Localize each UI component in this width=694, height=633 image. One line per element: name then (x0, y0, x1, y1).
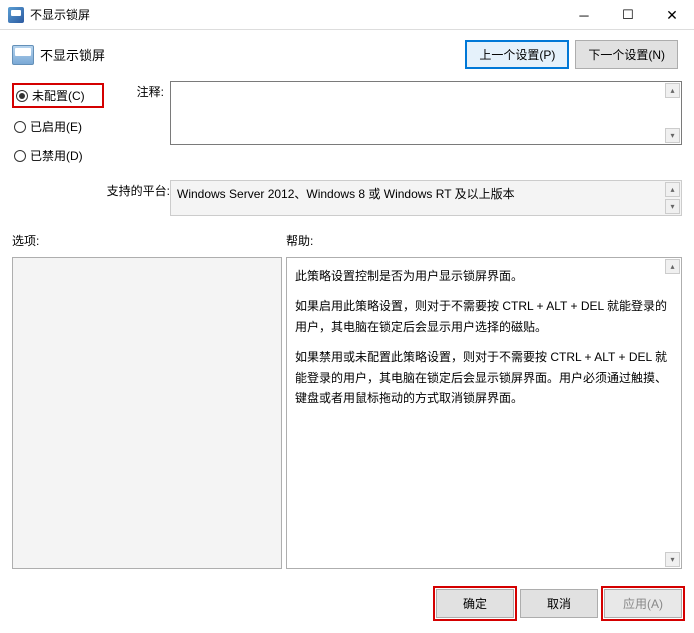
header-row: 不显示锁屏 上一个设置(P) 下一个设置(N) (12, 40, 682, 69)
scroll-up-icon[interactable]: ▴ (665, 182, 680, 197)
radio-dot-icon (16, 90, 28, 102)
maximize-button[interactable]: ☐ (606, 0, 650, 30)
apply-button[interactable]: 应用(A) (604, 589, 682, 618)
radio-label: 已启用(E) (30, 118, 82, 135)
options-label: 选项: (12, 232, 282, 249)
footer: 确定 取消 应用(A) (0, 579, 694, 626)
scroll-down-icon[interactable]: ▾ (665, 552, 680, 567)
app-icon (8, 7, 24, 23)
comment-label: 注释: (104, 81, 164, 174)
comment-area: 注释: ▴ ▾ (104, 81, 682, 174)
help-panel: 此策略设置控制是否为用户显示锁屏界面。 如果启用此策略设置，则对于不需要按 CT… (286, 257, 682, 569)
nav-buttons: 上一个设置(P) 下一个设置(N) (465, 40, 678, 69)
help-column: 帮助: 此策略设置控制是否为用户显示锁屏界面。 如果启用此策略设置，则对于不需要… (286, 232, 682, 569)
radio-label: 未配置(C) (32, 87, 85, 104)
help-paragraph: 如果禁用或未配置此策略设置，则对于不需要按 CTRL + ALT + DEL 就… (295, 347, 673, 408)
cancel-button[interactable]: 取消 (520, 589, 598, 618)
help-label: 帮助: (286, 232, 682, 249)
config-row: 未配置(C) 已启用(E) 已禁用(D) 注释: ▴ ▾ (12, 81, 682, 174)
scroll-down-icon[interactable]: ▾ (665, 199, 680, 214)
ok-button[interactable]: 确定 (436, 589, 514, 618)
radio-not-configured[interactable]: 未配置(C) (12, 83, 104, 108)
radio-dot-icon (14, 121, 26, 133)
next-setting-button[interactable]: 下一个设置(N) (575, 40, 678, 69)
content-area: 不显示锁屏 上一个设置(P) 下一个设置(N) 未配置(C) 已启用(E) 已禁… (0, 30, 694, 579)
platform-row: 支持的平台: Windows Server 2012、Windows 8 或 W… (104, 180, 682, 216)
radio-enabled[interactable]: 已启用(E) (12, 116, 104, 137)
scroll-up-icon[interactable]: ▴ (665, 259, 680, 274)
options-panel (12, 257, 282, 569)
page-title: 不显示锁屏 (40, 45, 465, 64)
platform-text: Windows Server 2012、Windows 8 或 Windows … (177, 187, 515, 201)
help-text: 此策略设置控制是否为用户显示锁屏界面。 如果启用此策略设置，则对于不需要按 CT… (295, 266, 673, 408)
help-paragraph: 此策略设置控制是否为用户显示锁屏界面。 (295, 266, 673, 286)
panels-row: 选项: 帮助: 此策略设置控制是否为用户显示锁屏界面。 如果启用此策略设置，则对… (12, 232, 682, 569)
window-controls: ─ ☐ ✕ (562, 0, 694, 29)
platform-label: 支持的平台: (104, 180, 170, 216)
window-title: 不显示锁屏 (30, 6, 562, 23)
close-button[interactable]: ✕ (650, 0, 694, 30)
radio-disabled[interactable]: 已禁用(D) (12, 145, 104, 166)
radio-label: 已禁用(D) (30, 147, 83, 164)
titlebar: 不显示锁屏 ─ ☐ ✕ (0, 0, 694, 30)
scroll-up-icon[interactable]: ▴ (665, 83, 680, 98)
minimize-button[interactable]: ─ (562, 0, 606, 30)
help-paragraph: 如果启用此策略设置，则对于不需要按 CTRL + ALT + DEL 就能登录的… (295, 296, 673, 337)
platform-box: Windows Server 2012、Windows 8 或 Windows … (170, 180, 682, 216)
comment-input[interactable]: ▴ ▾ (170, 81, 682, 145)
scroll-down-icon[interactable]: ▾ (665, 128, 680, 143)
prev-setting-button[interactable]: 上一个设置(P) (465, 40, 569, 69)
radio-group: 未配置(C) 已启用(E) 已禁用(D) (12, 81, 104, 174)
radio-dot-icon (14, 150, 26, 162)
options-column: 选项: (12, 232, 282, 569)
policy-icon (12, 45, 34, 65)
